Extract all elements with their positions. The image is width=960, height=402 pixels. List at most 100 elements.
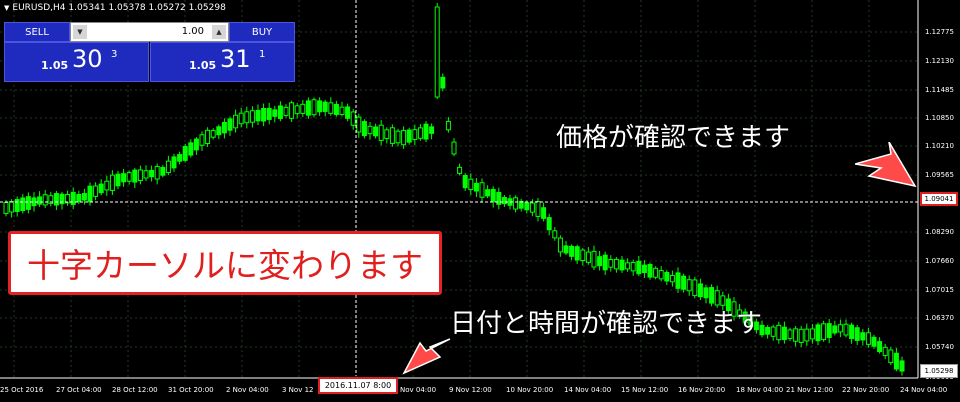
candle-body	[333, 103, 339, 115]
current-price-label: 1.05298	[920, 364, 958, 378]
sell-button[interactable]: SELL	[4, 22, 70, 42]
candle-body	[132, 169, 138, 183]
chart-title: ▼ EURUSD,H4 1.05341 1.05378 1.05272 1.052…	[4, 3, 226, 13]
candle-body	[854, 327, 860, 341]
candle-body	[821, 323, 827, 341]
candle-body	[328, 102, 334, 114]
time-label: 21 Nov 12:00	[786, 386, 834, 394]
time-label: 10 Nov 20:00	[506, 386, 554, 394]
candle-body	[473, 182, 479, 192]
candle-body	[423, 123, 429, 140]
candle-body	[373, 126, 379, 137]
candle-body	[412, 129, 418, 140]
candle-body	[860, 332, 866, 341]
candle-body	[434, 6, 440, 98]
candle-body	[893, 352, 899, 370]
candle-body	[815, 324, 821, 342]
candle-body	[591, 250, 597, 268]
candle-body	[675, 272, 681, 289]
candle-body	[221, 121, 227, 134]
time-label: Nov 04:00	[400, 386, 437, 394]
candle-body	[367, 125, 373, 135]
buy-button[interactable]: BUY	[229, 22, 295, 42]
increase-lot-icon[interactable]: ▲	[212, 25, 226, 39]
price-label: 1.10210	[925, 142, 954, 150]
candle-body	[574, 246, 580, 261]
candle-body	[283, 106, 289, 116]
lot-size-value[interactable]: 1.00	[182, 26, 204, 37]
lot-size-field[interactable]: ▼ 1.00 ▲	[70, 22, 229, 42]
candle-body	[266, 107, 272, 120]
crosshair-callout: 十字カーソルに変わります	[8, 231, 442, 295]
candle-body	[317, 100, 323, 113]
time-label: 9 Nov 12:00	[449, 386, 492, 394]
candle-body	[339, 106, 345, 115]
candle-body	[143, 170, 149, 179]
candle-body	[210, 129, 216, 138]
candle-body	[658, 270, 664, 280]
candle-body	[781, 326, 787, 341]
buy-price-button[interactable]: 1.05 31 1	[150, 42, 295, 82]
candle-body	[216, 126, 222, 136]
candle-body	[602, 254, 608, 271]
candle-body	[70, 191, 76, 205]
decrease-lot-icon[interactable]: ▼	[73, 25, 87, 39]
candle-body	[636, 260, 642, 275]
time-label: 15 Nov 12:00	[621, 386, 669, 394]
date-note: 日付と時間が確認できます	[450, 309, 763, 339]
candle-body	[249, 110, 255, 123]
candle-body	[496, 191, 502, 205]
sell-price-button[interactable]: 1.05 30 3	[4, 42, 149, 82]
candle-body	[154, 165, 160, 180]
candle-body	[160, 167, 166, 176]
candle-body	[322, 101, 328, 112]
candle-body	[798, 328, 804, 343]
candle-body	[42, 194, 48, 206]
candle-body	[793, 328, 799, 342]
candle-body	[445, 120, 451, 131]
candle-body	[238, 112, 244, 125]
candle-body	[692, 279, 698, 297]
candle-body	[871, 336, 877, 347]
candle-body	[311, 99, 317, 116]
candle-body	[9, 201, 15, 213]
dropdown-icon[interactable]: ▼	[4, 4, 9, 12]
candle-body	[126, 172, 132, 182]
candle-body	[37, 196, 43, 205]
candle-body	[205, 129, 211, 145]
time-label: 25 Oct 2016	[0, 386, 44, 394]
crosshair-price-label: 1.09041	[920, 192, 958, 206]
candle-body	[765, 326, 771, 335]
candle-body	[703, 287, 709, 299]
candle-body	[350, 111, 356, 126]
price-label: 1.08290	[925, 228, 954, 236]
candle-body	[81, 193, 87, 201]
price-label: 1.07660	[925, 257, 954, 265]
candle-body	[76, 193, 82, 203]
candle-body	[585, 251, 591, 263]
crosshair-time-label: 2016.11.07 8:00	[318, 377, 398, 394]
price-label: 1.12775	[925, 28, 954, 36]
price-label: 1.09565	[925, 171, 954, 179]
candle-body	[513, 197, 519, 210]
candle-body	[244, 111, 250, 124]
candle-body	[849, 324, 855, 340]
candle-body	[647, 264, 653, 278]
price-label: 1.07015	[925, 286, 954, 294]
candle-body	[681, 275, 687, 290]
candle-body	[345, 106, 351, 119]
candle-body	[462, 175, 468, 189]
price-arrow-icon	[855, 142, 917, 188]
candle-body	[457, 166, 463, 174]
price-label: 1.06370	[925, 314, 954, 322]
candle-body	[888, 349, 894, 364]
candle-body	[877, 341, 883, 353]
candle-body	[501, 197, 507, 205]
time-label: 16 Nov 20:00	[678, 386, 726, 394]
candle-body	[272, 109, 278, 117]
candle-body	[356, 116, 362, 133]
candle-body	[294, 105, 300, 115]
time-label: 27 Oct 04:00	[56, 386, 102, 394]
candle-body	[451, 141, 457, 155]
candle-body	[289, 102, 295, 119]
